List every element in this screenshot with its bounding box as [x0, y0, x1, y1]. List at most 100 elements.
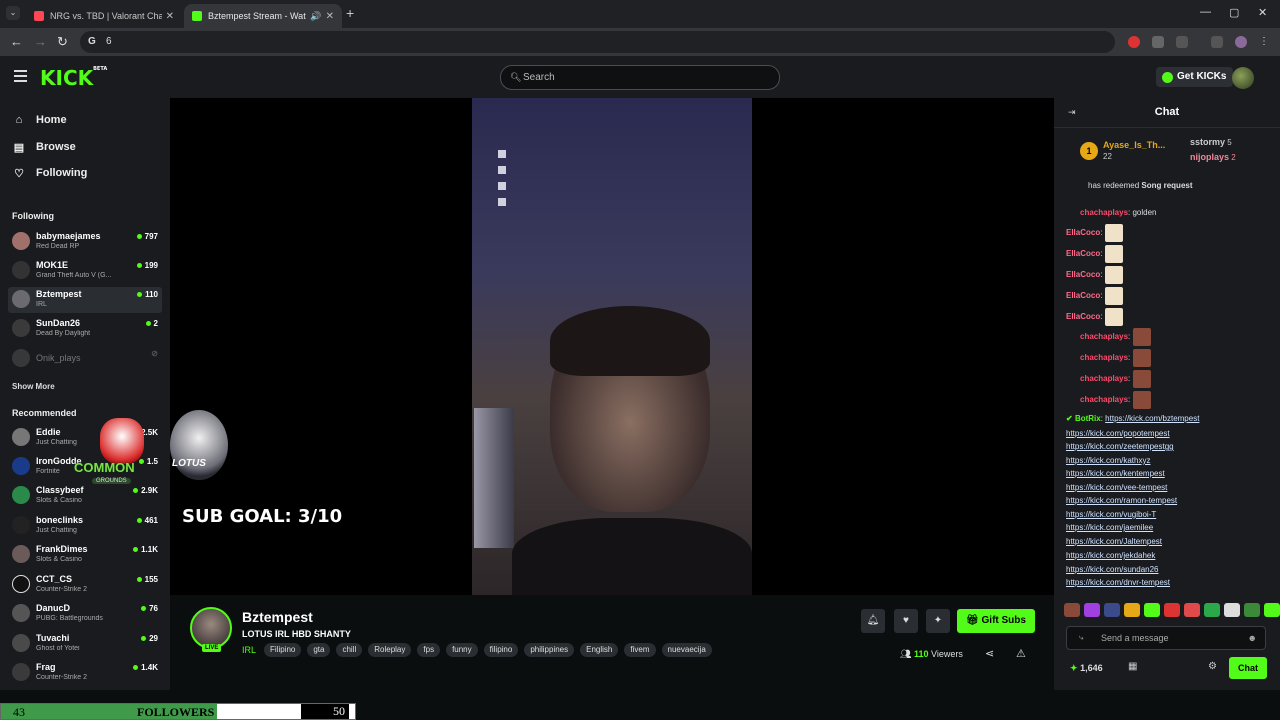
tag[interactable]: fivem: [624, 643, 656, 657]
streamer-avatar[interactable]: [190, 607, 232, 649]
emote: [1132, 328, 1151, 346]
tag[interactable]: philippines: [524, 643, 575, 657]
sidebar-channel-onik-plays[interactable]: Onik_plays ⊘: [8, 346, 162, 372]
report-icon[interactable]: ⚠: [1016, 647, 1026, 660]
maximize-icon[interactable]: ▢: [1229, 6, 1239, 19]
emote-button[interactable]: [1124, 603, 1140, 617]
browser-menu-icon[interactable]: ⋮: [1259, 36, 1271, 48]
emote-button[interactable]: [1244, 603, 1260, 617]
chat-link[interactable]: https://kick.com/vee-tempest: [1066, 483, 1167, 492]
rewards-icon[interactable]: ▦: [1128, 661, 1137, 672]
new-tab-icon[interactable]: +: [346, 5, 354, 21]
chat-link[interactable]: https://kick.com/kentempest: [1066, 469, 1165, 478]
sidebar-channel-cct-cs[interactable]: CCT_CS Counter-Strike 2 155: [8, 572, 162, 598]
user-avatar[interactable]: [1232, 67, 1254, 89]
sidebar-channel-bztempest[interactable]: Bztempest IRL 110: [8, 287, 162, 313]
channel-points[interactable]: ✦ 1,646: [1070, 663, 1103, 674]
stream-category[interactable]: IRL: [242, 645, 256, 655]
puzzle-icon[interactable]: [1176, 36, 1188, 48]
emote-button[interactable]: [1104, 603, 1120, 617]
leaderboard-user[interactable]: Ayase_Is_Th...: [1103, 140, 1165, 150]
chat-input[interactable]: ⤷ Send a message ☻: [1066, 626, 1266, 650]
tag[interactable]: fps: [417, 643, 441, 657]
get-kicks-button[interactable]: Get KICKs: [1156, 67, 1234, 87]
profile-icon[interactable]: [1235, 36, 1247, 48]
chat-link[interactable]: https://kick.com/popotempest: [1066, 429, 1170, 438]
tag[interactable]: English: [580, 643, 619, 657]
send-chat-button[interactable]: Chat: [1229, 657, 1267, 679]
forward-icon[interactable]: →: [34, 34, 47, 49]
tag[interactable]: nuevaecija: [661, 643, 712, 657]
chat-link[interactable]: https://kick.com/dnvr-tempest: [1066, 578, 1170, 587]
sidebar-channel-danucd[interactable]: DanucD PUBG: Battlegrounds 76: [8, 601, 162, 627]
close-tab-icon[interactable]: ✕: [166, 11, 174, 22]
emote-button[interactable]: [1144, 603, 1160, 617]
nav-following[interactable]: ♡ Following: [12, 164, 87, 182]
share-icon[interactable]: ⋖: [985, 647, 994, 660]
leaderboard-entry[interactable]: sstormy 5: [1190, 137, 1232, 147]
emote-button[interactable]: [1224, 603, 1240, 617]
streamer-name[interactable]: Bztempest: [242, 609, 313, 625]
minimize-icon[interactable]: —: [1200, 6, 1211, 18]
sidebar-channel-sundan26[interactable]: SunDan26 Dead By Daylight 2: [8, 316, 162, 342]
reload-icon[interactable]: ↻: [57, 34, 68, 50]
media-icon[interactable]: [1211, 36, 1223, 48]
tag[interactable]: Filipino: [264, 643, 302, 657]
browser-tab-kick[interactable]: Bztempest Stream - Watch 🔊 ✕: [184, 4, 342, 28]
menu-icon[interactable]: [14, 70, 27, 85]
nav-browse[interactable]: ▤ Browse: [12, 138, 76, 156]
heart-icon: ♡: [14, 167, 24, 180]
emote-button[interactable]: [1184, 603, 1200, 617]
tag[interactable]: funny: [446, 643, 478, 657]
leaderboard-entry[interactable]: nijoplays 2: [1190, 152, 1236, 162]
extension-icon[interactable]: [1152, 36, 1164, 48]
sidebar-channel-boneclinks[interactable]: boneclinks Just Chatting 461: [8, 513, 162, 539]
close-window-icon[interactable]: ✕: [1258, 6, 1267, 19]
emoji-picker-icon[interactable]: ☻: [1248, 627, 1257, 649]
tag[interactable]: filipino: [483, 643, 519, 657]
emote-button[interactable]: [1164, 603, 1180, 617]
notification-bell-button[interactable]: 🔔︎: [861, 609, 885, 633]
browse-icon: ▤: [13, 141, 25, 154]
emote-button[interactable]: [1264, 603, 1280, 617]
close-tab-icon[interactable]: ✕: [326, 11, 334, 22]
browser-tab-valorant[interactable]: NRG vs. TBD | Valorant Champi ✕: [26, 4, 182, 28]
follow-heart-button[interactable]: ♥: [894, 609, 918, 633]
gift-subs-button[interactable]: 🎁︎ Gift Subs: [957, 609, 1035, 633]
chat-link[interactable]: https://kick.com/Jaltempest: [1066, 537, 1162, 546]
chat-link[interactable]: https://kick.com/jekdahek: [1066, 551, 1155, 560]
sidebar-channel-frankdimes[interactable]: FrankDimes Slots & Casino 1.1K: [8, 542, 162, 568]
boost-button[interactable]: ✦: [926, 609, 950, 633]
sidebar-channel-babymaejames[interactable]: babymaejames Red Dead RP 797: [8, 229, 162, 255]
chat-link[interactable]: https://kick.com/zeetempestgg: [1066, 442, 1174, 451]
chat-link[interactable]: https://kick.com/bztempest: [1105, 414, 1199, 423]
emote-button[interactable]: [1064, 603, 1080, 617]
chat-link[interactable]: https://kick.com/kathxyz: [1066, 456, 1150, 465]
nav-home[interactable]: ⌂ Home: [12, 111, 67, 129]
record-extension-icon[interactable]: [1128, 36, 1140, 48]
emote-button[interactable]: [1084, 603, 1100, 617]
sidebar-channel-frag[interactable]: Frag Counter-Strike 2 1.4K: [8, 660, 162, 686]
chat-settings-icon[interactable]: ⚙: [1208, 661, 1217, 672]
tab-title: Bztempest Stream - Watch: [208, 11, 307, 21]
tag[interactable]: Roleplay: [368, 643, 412, 657]
kick-logo[interactable]: KICKBETA: [40, 66, 107, 90]
video-player[interactable]: LOTUS SUB GOAL: 3/10: [170, 98, 1054, 595]
speaker-icon[interactable]: 🔊: [310, 11, 321, 22]
search-input[interactable]: 🔍︎ Search: [500, 65, 780, 90]
chat-link[interactable]: https://kick.com/jaemilee: [1066, 523, 1153, 532]
back-icon[interactable]: ←: [10, 34, 23, 49]
address-bar[interactable]: G 6: [80, 31, 1115, 53]
chat-link[interactable]: https://kick.com/sundan26: [1066, 565, 1159, 574]
tag[interactable]: chill: [336, 643, 363, 657]
chat-link[interactable]: https://kick.com/vugiboi-T: [1066, 510, 1156, 519]
sidebar-channel-tuvachi[interactable]: Tuvachi Ghost of Yotei 29: [8, 631, 162, 657]
chat-link[interactable]: https://kick.com/ramon-tempest: [1066, 496, 1177, 505]
show-more-link[interactable]: Show More: [12, 382, 55, 391]
sidebar-channel-mok1e[interactable]: MOK1E Grand Theft Auto V (G... 199: [8, 258, 162, 284]
tab-search-icon[interactable]: ⌄: [6, 6, 20, 20]
sidebar-channel-classybeef[interactable]: Classybeef Slots & Casino 2.9K: [8, 483, 162, 509]
common-grounds-logo: COMMON: [74, 460, 135, 475]
tag[interactable]: gta: [307, 643, 331, 657]
emote-button[interactable]: [1204, 603, 1220, 617]
